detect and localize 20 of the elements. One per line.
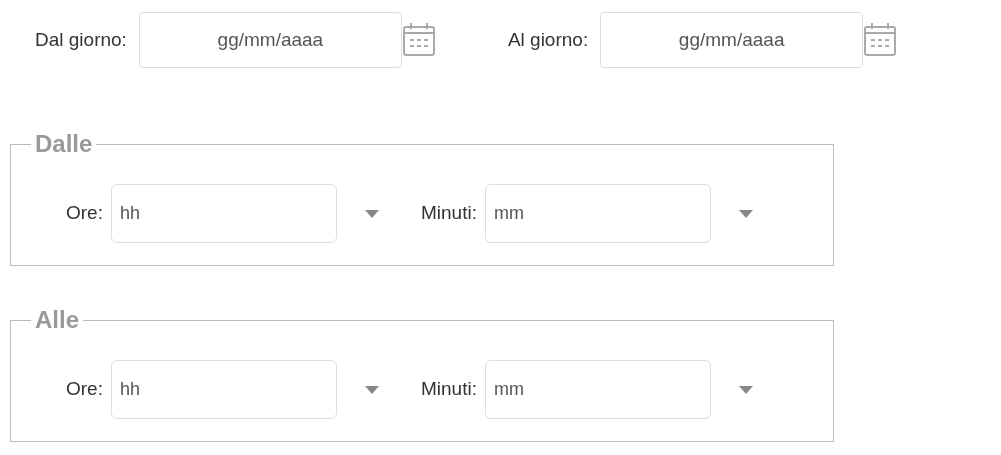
date-input[interactable]: gg/mm/aaaa [600,12,864,68]
field-label: Dal giorno: [35,27,127,52]
time-input[interactable]: hh [110,184,337,243]
caret-icon[interactable] [364,385,379,394]
group-legend: Dalle [31,126,97,162]
field-label: Ore: [66,377,103,402]
field-label: Minuti: [420,377,477,402]
field-label: Minuti: [420,201,477,226]
time-input[interactable]: hh [110,360,337,419]
caret-icon[interactable] [364,209,379,218]
caret-icon[interactable] [738,209,753,218]
calendar-icon[interactable] [401,22,436,58]
field-label: Ore: [66,201,103,226]
time-input[interactable]: mm [484,184,711,243]
group-legend: Alle [31,302,83,338]
calendar-icon[interactable] [863,22,898,58]
caret-icon[interactable] [738,385,753,394]
time-input[interactable]: mm [484,360,711,419]
date-input[interactable]: gg/mm/aaaa [138,12,402,68]
field-label: Al giorno: [507,27,589,52]
